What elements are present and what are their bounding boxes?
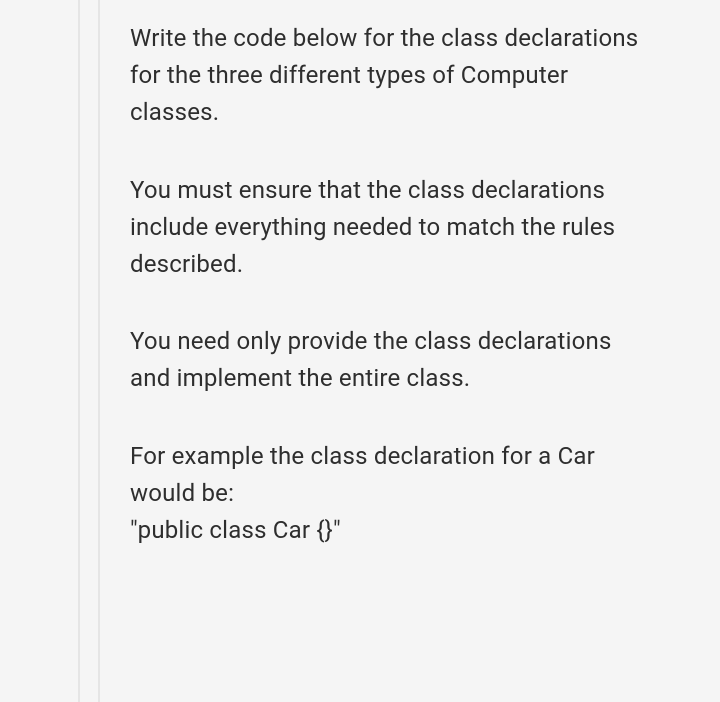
paragraph-1: Write the code below for the class decla…	[130, 20, 650, 132]
paragraph-2: You must ensure that the class declarati…	[130, 172, 650, 284]
paragraph-3: You need only provide the class declarat…	[130, 323, 650, 397]
document-content: Write the code below for the class decla…	[130, 20, 650, 549]
paragraph-4: For example the class declaration for a …	[130, 438, 650, 550]
left-margin-bar-inner	[98, 0, 100, 702]
left-margin-bar-outer	[78, 0, 80, 702]
